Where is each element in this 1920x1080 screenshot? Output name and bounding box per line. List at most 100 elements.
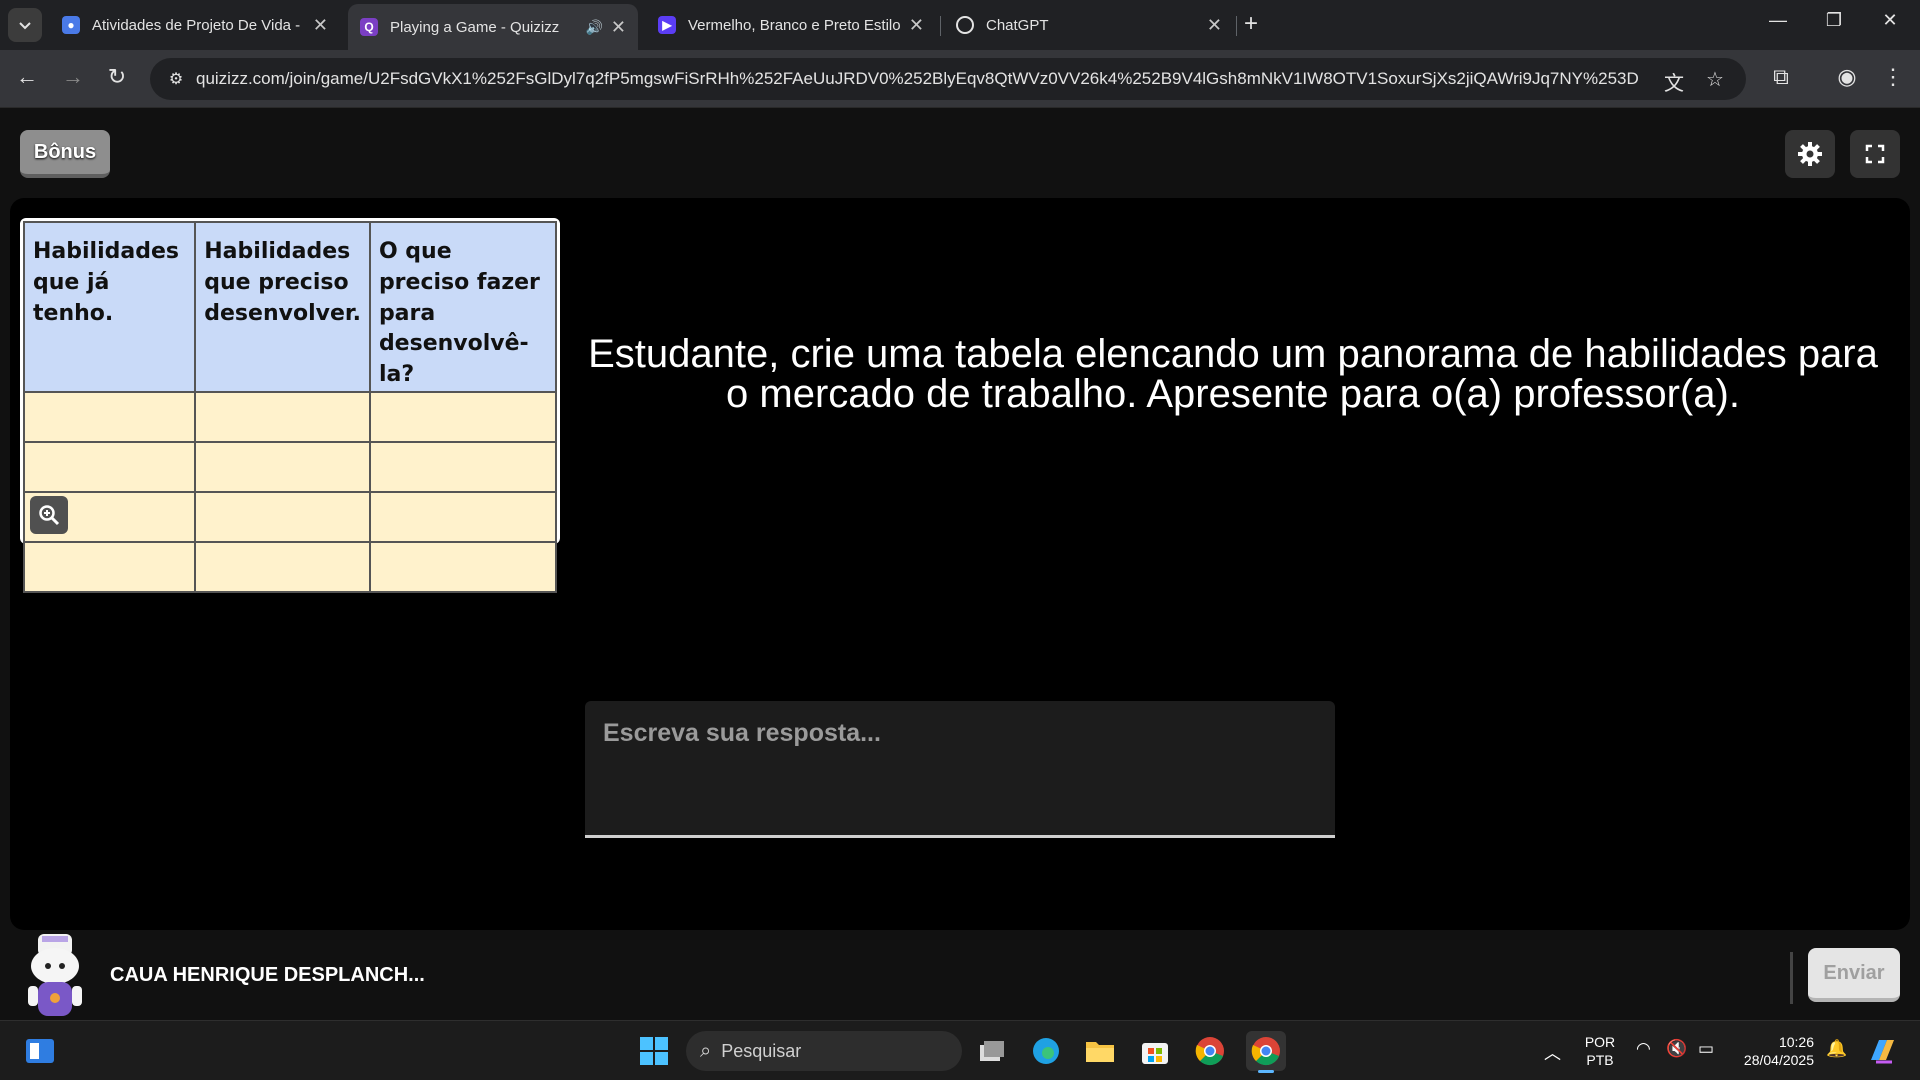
send-button[interactable]: Enviar: [1808, 948, 1900, 1002]
fullscreen-button[interactable]: [1850, 130, 1900, 178]
muted-speaker-icon[interactable]: 🔇: [1666, 1039, 1687, 1059]
zoom-in-icon: [39, 505, 60, 526]
new-tab-button[interactable]: +: [1244, 10, 1258, 38]
table-cell: [22, 390, 197, 443]
tab-chatgpt[interactable]: ChatGPT ✕: [944, 7, 1234, 43]
table-row: [22, 490, 558, 543]
language-code: POR: [1584, 1034, 1616, 1050]
show-hidden-icons-icon[interactable]: ︿: [1544, 1039, 1561, 1064]
table-cell: [22, 440, 197, 493]
search-icon: ⌕: [700, 1039, 712, 1062]
bonus-button[interactable]: Bônus: [20, 130, 110, 178]
gear-icon: [1798, 142, 1822, 166]
chevron-down-icon: [19, 22, 31, 30]
table-cell: [368, 490, 558, 543]
table-header: Habilidades que já tenho.: [22, 221, 197, 393]
windows-logo-icon: [640, 1037, 668, 1065]
start-button[interactable]: [634, 1031, 674, 1071]
audio-playing-icon[interactable]: 🔊: [585, 19, 602, 36]
table-cell: [368, 440, 558, 493]
close-tab-icon[interactable]: ✕: [611, 17, 626, 38]
classroom-favicon-icon: ●: [62, 16, 80, 34]
forward-button[interactable]: →: [58, 64, 88, 90]
chatgpt-favicon-icon: [956, 16, 974, 34]
browser-tab-bar: ● Atividades de Projeto De Vida - ✕ Q Pl…: [0, 0, 1920, 50]
fullscreen-icon: [1865, 144, 1885, 164]
video-favicon-icon: ▶: [658, 16, 676, 34]
tab-title: Playing a Game - Quizizz: [390, 18, 560, 36]
clock[interactable]: 10:26 28/04/2025: [1734, 1033, 1814, 1069]
file-explorer-button[interactable]: [1080, 1031, 1120, 1071]
copilot-button[interactable]: [1862, 1031, 1902, 1071]
table-header: Habilidades que preciso desenvolver.: [194, 221, 371, 393]
table-cell: [368, 390, 558, 443]
close-tab-icon[interactable]: ✕: [313, 15, 328, 36]
quizizz-favicon-icon: Q: [360, 18, 378, 36]
input-language[interactable]: POR PTB: [1580, 1033, 1620, 1069]
table-cell: [194, 540, 371, 593]
tab-projeto-de-vida[interactable]: ● Atividades de Projeto De Vida - ✕: [50, 7, 340, 43]
taskbar-search[interactable]: ⌕ Pesquisar: [686, 1031, 962, 1071]
widgets-button[interactable]: [20, 1031, 60, 1071]
table-row: [22, 440, 558, 493]
question-text: Estudante, crie uma tabela elencando um …: [588, 332, 1878, 416]
tab-search-button[interactable]: [8, 8, 42, 42]
table-cell: [194, 490, 371, 543]
task-view-button[interactable]: [972, 1031, 1012, 1071]
windows-taskbar: ⌕ Pesquisar ︿ POR PTB ◠ 🔇 ▭ 10:26 28/04/…: [0, 1020, 1920, 1080]
player-bar: CAUA HENRIQUE DESPLANCH... Enviar: [0, 930, 1920, 1020]
table-cell: [22, 540, 197, 593]
site-info-icon[interactable]: ⚙: [156, 69, 196, 89]
copilot-icon: [1871, 1040, 1894, 1064]
answer-box[interactable]: [585, 701, 1335, 838]
table-header: O que preciso fazer para desenvolvê-la?: [368, 221, 558, 393]
chrome-button[interactable]: [1190, 1031, 1230, 1071]
chrome-icon: [1195, 1037, 1224, 1066]
close-window-button[interactable]: ✕: [1870, 10, 1910, 31]
folder-icon: [1086, 1042, 1114, 1062]
tab-quizizz[interactable]: Q Playing a Game - Quizizz 🔊 ✕: [348, 4, 638, 50]
battery-icon[interactable]: ▭: [1698, 1039, 1714, 1059]
search-placeholder: Pesquisar: [721, 1040, 802, 1061]
restore-window-button[interactable]: ❐: [1814, 10, 1854, 31]
settings-button[interactable]: [1785, 130, 1835, 178]
avatar: [28, 934, 82, 1016]
close-tab-icon[interactable]: ✕: [1207, 15, 1222, 36]
bookmark-star-icon[interactable]: ☆: [1706, 67, 1724, 92]
browser-menu-icon[interactable]: ⋮: [1878, 64, 1908, 90]
notification-bell-icon[interactable]: 🔔: [1826, 1039, 1847, 1059]
task-view-icon: [980, 1041, 1004, 1061]
back-button[interactable]: ←: [12, 64, 42, 90]
edge-button[interactable]: [1026, 1031, 1066, 1071]
clock-time: 10:26: [1778, 1034, 1814, 1050]
address-bar[interactable]: ⚙ quizizz.com/join/game/U2FsdGVkX1%252Fs…: [150, 58, 1746, 100]
keyboard-layout: PTB: [1586, 1052, 1614, 1068]
table-cell: [194, 390, 371, 443]
question-image: Habilidades que já tenho. Habilidades qu…: [20, 218, 560, 593]
tab-canva[interactable]: ▶ Vermelho, Branco e Preto Estilo ✕: [646, 7, 936, 43]
wifi-icon[interactable]: ◠: [1636, 1039, 1651, 1059]
browser-toolbar: ← → ↻ ⚙ quizizz.com/join/game/U2FsdGVkX1…: [0, 50, 1920, 108]
tab-title: Atividades de Projeto De Vida -: [92, 16, 301, 34]
quizizz-game-page: Bônus Habilidades que já tenho. Habilida…: [0, 108, 1920, 1020]
extensions-icon[interactable]: ⧉: [1766, 64, 1796, 90]
store-button[interactable]: [1135, 1031, 1175, 1071]
chrome-icon: [1251, 1037, 1280, 1066]
skills-table: Habilidades que já tenho. Habilidades qu…: [22, 221, 558, 593]
translate-icon[interactable]: 文: [1664, 67, 1684, 96]
profile-icon[interactable]: ◉: [1832, 64, 1862, 90]
zoom-image-button[interactable]: [30, 496, 68, 534]
widgets-icon: [26, 1039, 54, 1063]
store-icon: [1142, 1043, 1168, 1064]
minimize-window-button[interactable]: —: [1758, 10, 1798, 31]
reload-button[interactable]: ↻: [102, 64, 132, 90]
tab-title: ChatGPT: [986, 16, 1049, 34]
close-tab-icon[interactable]: ✕: [909, 15, 924, 36]
clock-date: 28/04/2025: [1743, 1052, 1814, 1068]
chrome-active-button[interactable]: [1246, 1031, 1286, 1073]
answer-input[interactable]: [585, 701, 1335, 835]
table-row: [22, 390, 558, 443]
url-text[interactable]: quizizz.com/join/game/U2FsdGVkX1%252FsGl…: [196, 69, 1646, 89]
table-cell: [194, 440, 371, 493]
tab-separator: [1236, 16, 1237, 36]
